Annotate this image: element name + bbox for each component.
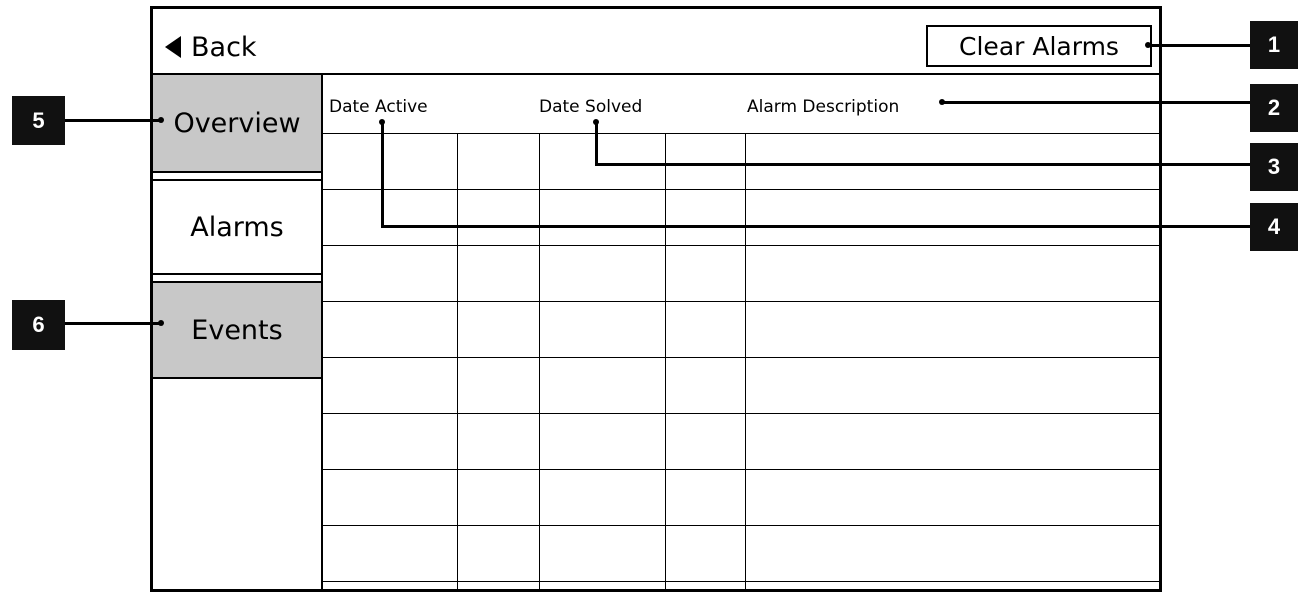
back-arrow-icon <box>165 36 181 58</box>
callout-4-dot <box>379 119 385 125</box>
table-row[interactable] <box>323 133 1159 134</box>
callout-3: 3 <box>1250 143 1298 191</box>
clear-alarms-button[interactable]: Clear Alarms <box>926 25 1152 67</box>
callout-3-leader-h <box>595 163 1250 166</box>
callout-2: 2 <box>1250 84 1298 132</box>
callout-1-leader <box>1148 44 1250 47</box>
back-button[interactable]: Back <box>165 27 257 67</box>
callout-1-dot <box>1145 42 1151 48</box>
top-bar: Back Clear Alarms <box>153 9 1159 75</box>
sidebar: Overview Alarms Events <box>153 75 323 589</box>
callout-6-dot <box>158 320 164 326</box>
table-row[interactable] <box>323 357 1159 358</box>
callout-4-leader-v <box>381 122 384 228</box>
table-row[interactable] <box>323 189 1159 190</box>
alarm-screen: Back Clear Alarms Overview Alarms Events… <box>150 6 1162 592</box>
table-row[interactable] <box>323 301 1159 302</box>
callout-2-leader <box>942 101 1250 104</box>
column-header-date-solved: Date Solved <box>539 97 643 117</box>
column-divider <box>745 133 746 589</box>
tab-events[interactable]: Events <box>153 281 321 379</box>
column-header-date-active: Date Active <box>329 97 428 117</box>
back-label: Back <box>191 31 257 63</box>
callout-4-leader-h <box>381 225 1250 228</box>
tab-overview[interactable]: Overview <box>153 75 321 173</box>
callout-4: 4 <box>1250 203 1298 251</box>
callout-6: 6 <box>12 300 65 350</box>
tab-events-label: Events <box>191 314 283 346</box>
column-divider <box>457 133 458 589</box>
tab-alarms[interactable]: Alarms <box>153 179 321 275</box>
tab-alarms-label: Alarms <box>190 211 284 243</box>
column-header-alarm-description: Alarm Description <box>747 97 900 117</box>
callout-5-leader <box>65 119 161 122</box>
tab-overview-label: Overview <box>173 107 301 139</box>
callout-6-leader <box>65 322 161 325</box>
callout-5: 5 <box>12 96 65 145</box>
table-row[interactable] <box>323 581 1159 582</box>
callout-3-leader-v <box>595 122 598 166</box>
table-row[interactable] <box>323 245 1159 246</box>
callout-2-dot <box>939 99 945 105</box>
column-divider <box>539 133 540 589</box>
table-row[interactable] <box>323 525 1159 526</box>
callout-3-dot <box>593 119 599 125</box>
callout-5-dot <box>158 117 164 123</box>
table-row[interactable] <box>323 469 1159 470</box>
column-divider <box>665 133 666 589</box>
callout-1: 1 <box>1250 21 1298 69</box>
table-row[interactable] <box>323 413 1159 414</box>
alarm-table: Date Active Date Solved Alarm Descriptio… <box>323 75 1159 589</box>
